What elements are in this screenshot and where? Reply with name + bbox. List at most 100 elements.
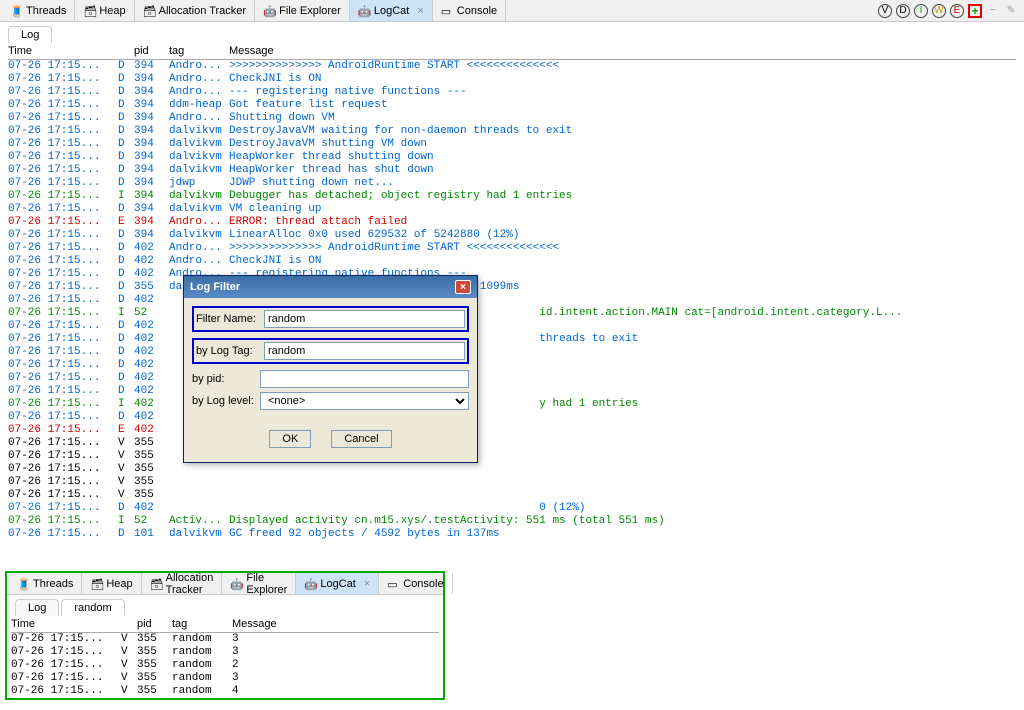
log-row[interactable]: 07-26 17:15...D402	[8, 385, 1016, 398]
log-row[interactable]: 07-26 17:15...V355	[8, 450, 1016, 463]
log-row[interactable]: 07-26 17:15...D394dalvikvmVM cleaning up	[8, 203, 1016, 216]
tab-allocation-tracker[interactable]: 🗃Allocation Tracker	[142, 573, 223, 594]
cell-time: 07-26 17:15...	[8, 268, 118, 281]
close-icon[interactable]: ×	[417, 5, 423, 17]
subtab-log-2[interactable]: Log	[15, 599, 59, 616]
log-row[interactable]: 07-26 17:15...D394Andro...CheckJNI is ON	[8, 73, 1016, 86]
cancel-button[interactable]: Cancel	[331, 430, 391, 448]
subtab-log[interactable]: Log	[8, 26, 52, 43]
cell-level: D	[118, 112, 134, 125]
log-row[interactable]: 07-26 17:15...V355random3	[11, 672, 439, 685]
header-time[interactable]: Time	[8, 45, 118, 57]
log-row[interactable]: 07-26 17:15...V355random2	[11, 659, 439, 672]
log-row[interactable]: 07-26 17:15...D402 0 (12%)	[8, 502, 1016, 515]
cell-time: 07-26 17:15...	[8, 359, 118, 372]
cell-tag: random	[172, 633, 232, 646]
header-message-2[interactable]: Message	[232, 618, 439, 630]
log-row[interactable]: 07-26 17:15...D402	[8, 294, 1016, 307]
log-row[interactable]: 07-26 17:15...D394dalvikvmHeapWorker thr…	[8, 151, 1016, 164]
header-level-2[interactable]	[121, 618, 137, 630]
header-tag[interactable]: tag	[169, 45, 229, 57]
tab-heap[interactable]: 🗃Heap	[82, 573, 141, 594]
log-row[interactable]: 07-26 17:15...I52 id.intent.action.MAIN …	[8, 307, 1016, 320]
tab-console[interactable]: ▭Console	[379, 573, 452, 594]
log-row[interactable]: 07-26 17:15...D402	[8, 346, 1016, 359]
log-row[interactable]: 07-26 17:15...D394Andro...--- registerin…	[8, 86, 1016, 99]
log-row[interactable]: 07-26 17:15...D355dalvikvmGC freed 773 o…	[8, 281, 1016, 294]
log-level-select[interactable]: <none>	[260, 392, 469, 410]
cell-level: D	[118, 242, 134, 255]
subtab-random[interactable]: random	[61, 599, 124, 616]
header-level[interactable]	[118, 45, 134, 57]
log-row[interactable]: 07-26 17:15...D402	[8, 359, 1016, 372]
tab-file-explorer[interactable]: 🤖File Explorer	[222, 573, 296, 594]
filter-e-icon[interactable]: E	[950, 4, 964, 18]
log-row[interactable]: 07-26 17:15...V355	[8, 437, 1016, 450]
filter-d-icon[interactable]: D	[896, 4, 910, 18]
tab-logcat[interactable]: 🤖LogCat×	[296, 573, 379, 594]
log-row[interactable]: 07-26 17:15...I52Activ...Displayed activ…	[8, 515, 1016, 528]
cell-level: V	[118, 437, 134, 450]
tab-threads[interactable]: 🧵Threads	[9, 573, 82, 594]
log-row[interactable]: 07-26 17:15...V355	[8, 476, 1016, 489]
cell-level: D	[118, 86, 134, 99]
log-row[interactable]: 07-26 17:15...D394dalvikvmDestroyJavaVM …	[8, 138, 1016, 151]
cell-time: 07-26 17:15...	[8, 281, 118, 294]
dialog-titlebar[interactable]: Log Filter ×	[184, 276, 477, 298]
cell-level: D	[118, 99, 134, 112]
log-row[interactable]: 07-26 17:15...V355	[8, 463, 1016, 476]
cell-time: 07-26 17:15...	[8, 242, 118, 255]
tab-heap[interactable]: 🗃Heap	[75, 0, 134, 21]
log-row[interactable]: 07-26 17:15...D101dalvikvmGC freed 92 ob…	[8, 528, 1016, 541]
cell-message: CheckJNI is ON	[229, 255, 1016, 268]
log-row[interactable]: 07-26 17:15...I402 y had 1 entries	[8, 398, 1016, 411]
tab-file-explorer[interactable]: 🤖File Explorer	[255, 0, 350, 21]
log-row[interactable]: 07-26 17:15...V355random4	[11, 685, 439, 698]
cell-time: 07-26 17:15...	[8, 203, 118, 216]
tab-allocation-tracker[interactable]: 🗃Allocation Tracker	[135, 0, 255, 21]
header-pid-2[interactable]: pid	[137, 618, 172, 630]
log-row[interactable]: 07-26 17:15...D394dalvikvmHeapWorker thr…	[8, 164, 1016, 177]
header-pid[interactable]: pid	[134, 45, 169, 57]
log-row[interactable]: 07-26 17:15...D394dalvikvmLinearAlloc 0x…	[8, 229, 1016, 242]
log-row[interactable]: 07-26 17:15...V355random3	[11, 633, 439, 646]
edit-filter-icon[interactable]: ✎	[1004, 4, 1018, 18]
log-row[interactable]: 07-26 17:15...I394dalvikvmDebugger has d…	[8, 190, 1016, 203]
log-row[interactable]: 07-26 17:15...V355	[8, 489, 1016, 502]
log-row[interactable]: 07-26 17:15...D402	[8, 372, 1016, 385]
add-filter-button[interactable]: +	[968, 4, 982, 18]
log-row[interactable]: 07-26 17:15...D402	[8, 411, 1016, 424]
log-row[interactable]: 07-26 17:15...D394jdwpJDWP shutting down…	[8, 177, 1016, 190]
log-row[interactable]: 07-26 17:15...D394ddm-heapGot feature li…	[8, 99, 1016, 112]
log-row[interactable]: 07-26 17:15...D394Andro...>>>>>>>>>>>>>>…	[8, 60, 1016, 73]
log-row[interactable]: 07-26 17:15...D402Andro...CheckJNI is ON	[8, 255, 1016, 268]
cell-tag: Andro...	[169, 73, 229, 86]
cell-pid: 402	[134, 372, 169, 385]
log-row[interactable]: 07-26 17:15...D402	[8, 320, 1016, 333]
close-icon[interactable]: ×	[364, 578, 370, 590]
log-row[interactable]: 07-26 17:15...D394Andro...Shutting down …	[8, 112, 1016, 125]
filter-name-input[interactable]	[264, 310, 465, 328]
filter-i-icon[interactable]: I	[914, 4, 928, 18]
log-row[interactable]: 07-26 17:15...V355random3	[11, 646, 439, 659]
header-tag-2[interactable]: tag	[172, 618, 232, 630]
log-row[interactable]: 07-26 17:15...E394Andro...ERROR: thread …	[8, 216, 1016, 229]
log-row[interactable]: 07-26 17:15...D394dalvikvmDestroyJavaVM …	[8, 125, 1016, 138]
header-time-2[interactable]: Time	[11, 618, 121, 630]
log-row[interactable]: 07-26 17:15...D402 threads to exit	[8, 333, 1016, 346]
tab-logcat[interactable]: 🤖LogCat×	[350, 0, 433, 21]
cell-tag: ddm-heap	[169, 99, 229, 112]
filter-w-icon[interactable]: W	[932, 4, 946, 18]
dialog-close-button[interactable]: ×	[455, 280, 471, 294]
header-message[interactable]: Message	[229, 45, 1016, 57]
tab-console[interactable]: ▭Console	[433, 0, 506, 21]
tab-threads[interactable]: 🧵Threads	[2, 0, 75, 21]
log-tag-input[interactable]	[264, 342, 465, 360]
ok-button[interactable]: OK	[269, 430, 311, 448]
log-row[interactable]: 07-26 17:15...E402	[8, 424, 1016, 437]
log-row[interactable]: 07-26 17:15...D402Andro...--- registerin…	[8, 268, 1016, 281]
remove-filter-icon[interactable]: −	[986, 4, 1000, 18]
pid-input[interactable]	[260, 370, 469, 388]
filter-v-icon[interactable]: V	[878, 4, 892, 18]
log-row[interactable]: 07-26 17:15...D402Andro...>>>>>>>>>>>>>>…	[8, 242, 1016, 255]
